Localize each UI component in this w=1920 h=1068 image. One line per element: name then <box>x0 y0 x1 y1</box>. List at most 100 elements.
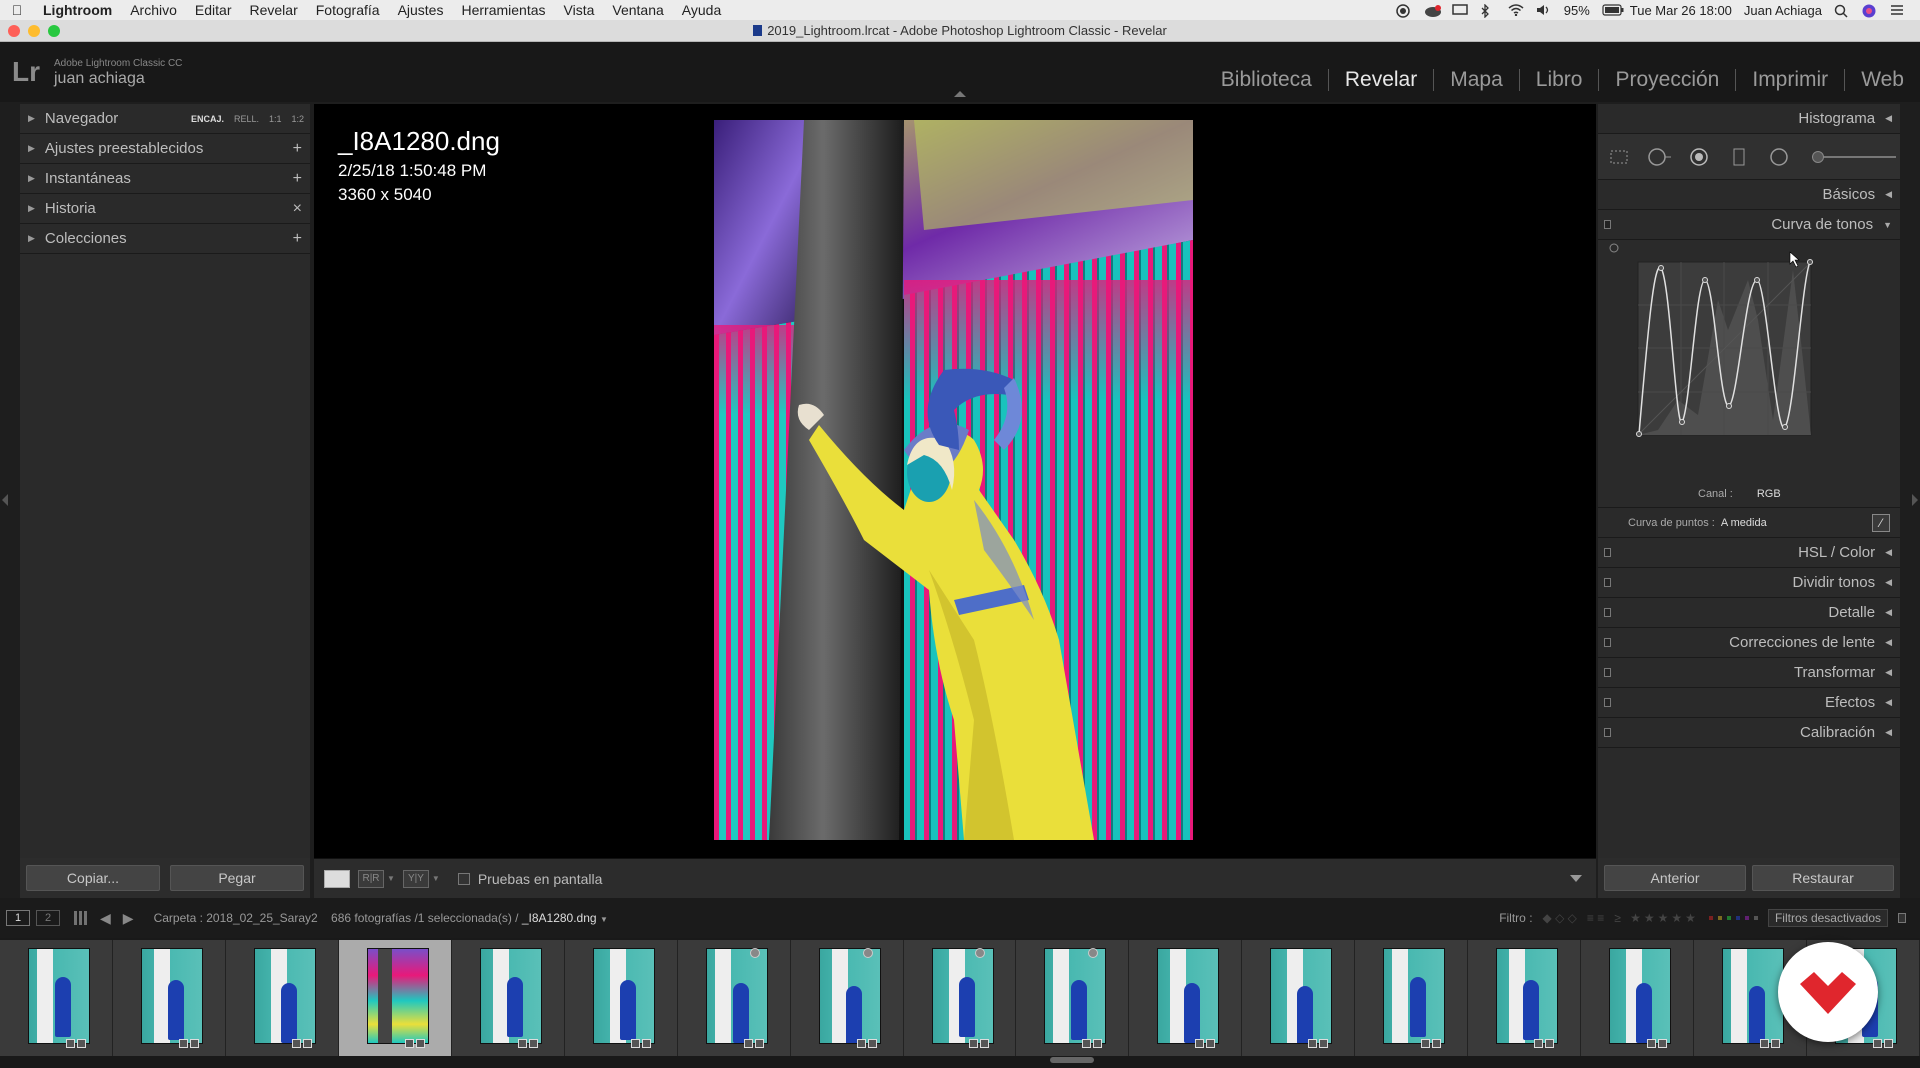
back-arrow-icon[interactable]: ◀ <box>100 910 111 927</box>
filmstrip-thumbnail[interactable] <box>903 940 1017 1056</box>
panel-toggle-switch[interactable] <box>1604 698 1611 707</box>
toolbar-options-dropdown-icon[interactable] <box>1570 875 1582 882</box>
panel-calibracion[interactable]: Calibración ◀ <box>1598 718 1900 748</box>
spot-removal-icon[interactable] <box>1646 145 1672 169</box>
source-dropdown-icon[interactable]: ▼ <box>600 915 608 924</box>
collapse-arrow-icon[interactable]: ◀ <box>1885 727 1892 738</box>
panel-dividir-tonos[interactable]: Dividir tonos ◀ <box>1598 568 1900 598</box>
point-curve-dropdown[interactable]: A medida <box>1721 517 1767 529</box>
graduated-filter-icon[interactable] <box>1726 145 1752 169</box>
filmstrip-thumbnail[interactable] <box>0 940 113 1056</box>
module-biblioteca[interactable]: Biblioteca <box>1205 69 1328 91</box>
collapse-arrow-icon[interactable]: ◀ <box>1885 667 1892 678</box>
filmstrip-thumbnail[interactable] <box>1242 940 1356 1056</box>
collapse-right-panel-icon[interactable] <box>1912 494 1918 506</box>
previous-settings-button[interactable]: Anterior <box>1604 865 1746 891</box>
copy-settings-button[interactable]: Copiar... <box>26 865 160 891</box>
loupe-view-button[interactable] <box>324 869 350 888</box>
filmstrip-thumbnail[interactable] <box>338 940 452 1056</box>
zoom-window-icon[interactable] <box>48 25 60 37</box>
filmstrip-scrollbar[interactable] <box>1050 1057 1094 1063</box>
record-icon[interactable] <box>1396 4 1412 18</box>
panel-toggle-switch[interactable] <box>1604 220 1611 229</box>
collapse-arrow-icon[interactable]: ◀ <box>1885 547 1892 558</box>
notification-center-icon[interactable] <box>1890 4 1906 16</box>
menu-app-name[interactable]: Lightroom <box>34 2 121 18</box>
edit-filter-icons[interactable]: ≡ ≡ <box>1587 911 1604 925</box>
panel-histograma[interactable]: Histograma ◀ <box>1598 104 1900 134</box>
filmstrip-thumbnail[interactable] <box>451 940 565 1056</box>
menu-item-herramientas[interactable]: Herramientas <box>452 2 554 18</box>
flag-filter-icons[interactable]: ◆ ◇ ◇ <box>1543 911 1577 925</box>
panel-toggle-switch[interactable] <box>1604 578 1611 587</box>
filter-lock-icon[interactable] <box>1898 913 1906 923</box>
module-mapa[interactable]: Mapa <box>1433 69 1519 91</box>
bluetooth-icon[interactable] <box>1480 3 1496 19</box>
add-collection-icon[interactable]: + <box>293 230 302 248</box>
channel-value[interactable]: RGB <box>1757 488 1781 500</box>
filmstrip-thumbnail[interactable] <box>112 940 226 1056</box>
wifi-icon[interactable] <box>1508 4 1524 17</box>
soft-proof-checkbox[interactable] <box>457 872 470 885</box>
crop-tool-icon[interactable] <box>1606 145 1632 169</box>
filmstrip-thumbnail[interactable] <box>677 940 791 1056</box>
radial-filter-icon[interactable] <box>1766 145 1792 169</box>
main-screen-button[interactable]: 1 <box>6 910 30 926</box>
panel-hsl-color[interactable]: HSL / Color ◀ <box>1598 538 1900 568</box>
clear-history-icon[interactable]: × <box>293 200 302 218</box>
panel-colecciones[interactable]: ▶ Colecciones + <box>20 224 310 254</box>
panel-basicos[interactable]: Básicos ◀ <box>1598 180 1900 210</box>
module-revelar[interactable]: Revelar <box>1327 69 1433 91</box>
module-libro[interactable]: Libro <box>1518 69 1599 91</box>
panel-ajustes-preestablecidos[interactable]: ▶ Ajustes preestablecidos + <box>20 134 310 164</box>
second-screen-button[interactable]: 2 <box>36 910 60 926</box>
rating-filter-stars[interactable]: ≥ ★★★★★ <box>1614 911 1699 925</box>
filmstrip-source-path[interactable]: Carpeta : 2018_02_25_Saray2 686 fotograf… <box>154 911 608 925</box>
panel-curva-de-tonos[interactable]: Curva de tonos ▼ <box>1598 210 1900 240</box>
before-after-lr-button[interactable]: R|R <box>358 869 384 888</box>
filter-preset-dropdown[interactable]: Filtros desactivados <box>1767 909 1888 927</box>
collapse-arrow-icon[interactable]: ◀ <box>1885 607 1892 618</box>
panel-toggle-switch[interactable] <box>1604 728 1611 737</box>
swap-dropdown-icon[interactable]: ▼ <box>432 874 440 883</box>
menu-item-archivo[interactable]: Archivo <box>121 2 186 18</box>
adjustment-brush-slider[interactable] <box>1812 150 1896 163</box>
creative-cloud-icon[interactable] <box>1424 4 1441 17</box>
edit-point-curve-icon[interactable]: ⁄ <box>1872 513 1890 532</box>
filmstrip-thumbnail[interactable] <box>1016 940 1130 1056</box>
panel-transformar[interactable]: Transformar ◀ <box>1598 658 1900 688</box>
zoom-fill[interactable]: RELL. <box>234 114 259 124</box>
expand-triangle-icon[interactable]: ▶ <box>28 143 35 154</box>
module-imprimir[interactable]: Imprimir <box>1735 69 1844 91</box>
panel-detalle[interactable]: Detalle ◀ <box>1598 598 1900 628</box>
user-name[interactable]: Juan Achiaga <box>1744 3 1822 18</box>
panel-correcciones-lente[interactable]: Correcciones de lente ◀ <box>1598 628 1900 658</box>
menu-item-ventana[interactable]: Ventana <box>603 2 672 18</box>
menu-item-editar[interactable]: Editar <box>186 2 241 18</box>
collapse-left-panel-icon[interactable] <box>2 494 8 506</box>
filmstrip-thumbnail[interactable] <box>225 940 339 1056</box>
expand-triangle-icon[interactable]: ▶ <box>28 203 35 214</box>
panel-efectos[interactable]: Efectos ◀ <box>1598 688 1900 718</box>
menu-item-vista[interactable]: Vista <box>555 2 604 18</box>
zoom-1-2[interactable]: 1:2 <box>291 114 304 124</box>
forward-arrow-icon[interactable]: ▶ <box>123 910 134 927</box>
expand-triangle-icon[interactable]: ▶ <box>28 113 35 124</box>
channel-selector[interactable]: Canal : RGB <box>1698 488 1781 500</box>
module-proyeccion[interactable]: Proyección <box>1598 69 1735 91</box>
display-icon[interactable] <box>1452 4 1468 16</box>
add-snapshot-icon[interactable]: + <box>293 170 302 188</box>
collapse-top-panel-icon[interactable] <box>954 91 966 97</box>
before-after-swap-button[interactable]: Y|Y <box>402 869 429 888</box>
panel-toggle-switch[interactable] <box>1604 638 1611 647</box>
tone-curve-graph[interactable] <box>1598 240 1900 508</box>
color-label-filter[interactable] <box>1708 916 1758 920</box>
minimize-window-icon[interactable] <box>28 25 40 37</box>
collapse-arrow-icon[interactable]: ◀ <box>1885 189 1892 200</box>
add-preset-icon[interactable]: + <box>293 140 302 158</box>
panel-navegador[interactable]: ▶ Navegador ENCAJ. RELL. 1:1 1:2 <box>20 104 310 134</box>
menu-item-revelar[interactable]: Revelar <box>240 2 306 18</box>
collapse-arrow-icon[interactable]: ◀ <box>1885 577 1892 588</box>
module-web[interactable]: Web <box>1844 69 1920 91</box>
filmstrip-thumbnail[interactable] <box>1468 940 1582 1056</box>
